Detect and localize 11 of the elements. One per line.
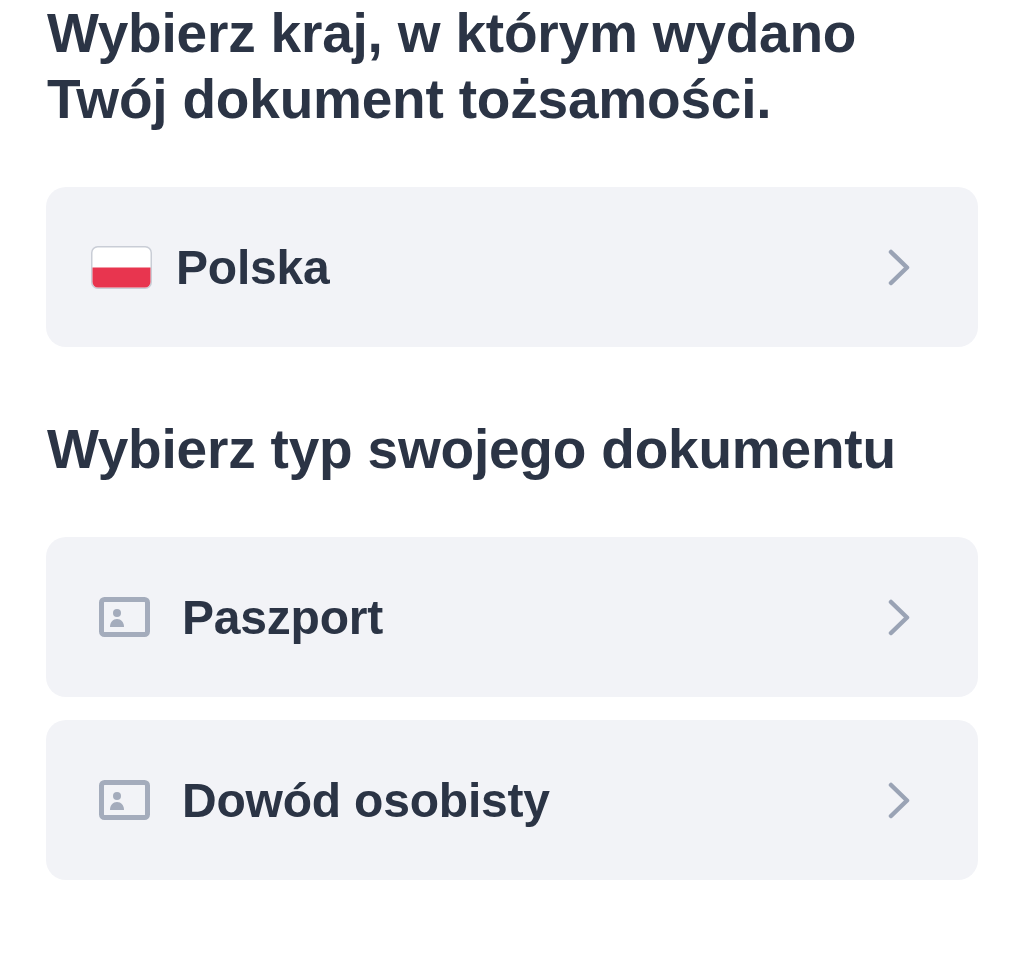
flag-icon xyxy=(91,245,152,289)
id-card-icon xyxy=(99,780,150,820)
id-card-icon xyxy=(99,597,150,637)
chevron-right-icon xyxy=(888,598,910,636)
document-type-option[interactable]: Paszport xyxy=(46,537,978,697)
country-selector[interactable]: Polska xyxy=(46,187,978,347)
chevron-right-icon xyxy=(888,781,910,819)
document-type-option[interactable]: Dowód osobisty xyxy=(46,720,978,880)
section-heading: Wybierz typ swojego dokumentu xyxy=(46,417,897,482)
chevron-right-icon xyxy=(888,248,910,286)
section-heading: Wybierz kraj, w którym wydano Twój dokument tożsamości. xyxy=(46,1,858,132)
